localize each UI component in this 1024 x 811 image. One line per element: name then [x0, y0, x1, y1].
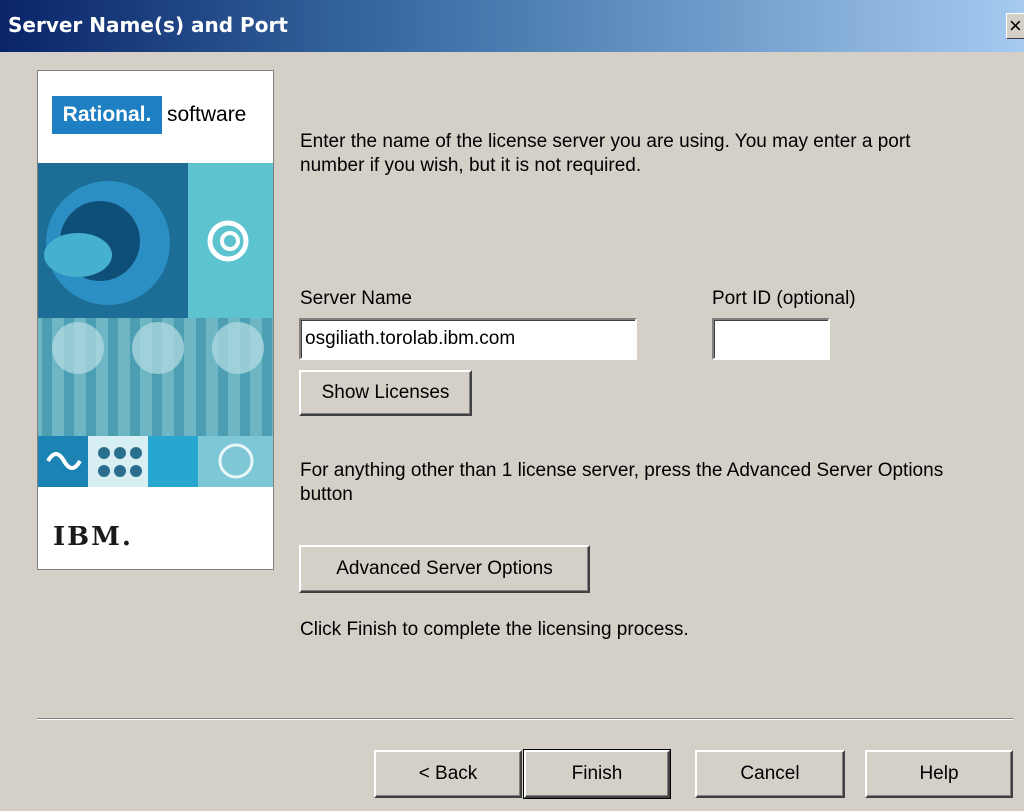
rational-wordmark: Rational. — [52, 96, 162, 134]
advanced-server-options-button[interactable]: Advanced Server Options — [299, 545, 590, 593]
banner-artwork — [38, 163, 273, 487]
title-bar[interactable]: Server Name(s) and Port × — [0, 0, 1024, 52]
help-button[interactable]: Help — [865, 750, 1013, 798]
back-button[interactable]: < Back — [374, 750, 522, 798]
footer-divider — [37, 718, 1013, 720]
product-banner: Rational. software IBM. — [37, 70, 274, 570]
finish-instruction: Click Finish to complete the licensing p… — [300, 619, 689, 640]
port-id-label: Port ID (optional) — [712, 288, 856, 309]
ibm-logo: IBM. — [53, 522, 133, 552]
server-name-input[interactable] — [299, 318, 637, 360]
close-icon: × — [1009, 13, 1022, 38]
software-wordmark: software — [167, 103, 247, 126]
port-id-input[interactable] — [712, 318, 830, 360]
dialog-window: Server Name(s) and Port × Rational. soft… — [0, 0, 1024, 811]
cancel-button[interactable]: Cancel — [695, 750, 845, 798]
window-title: Server Name(s) and Port — [8, 13, 288, 37]
server-name-label: Server Name — [300, 288, 412, 309]
finish-button[interactable]: Finish — [523, 749, 671, 799]
show-licenses-button[interactable]: Show Licenses — [299, 370, 472, 416]
advanced-options-note: For anything other than 1 license server… — [300, 460, 944, 505]
close-button[interactable]: × — [1006, 13, 1024, 39]
intro-text: Enter the name of the license server you… — [300, 131, 911, 176]
